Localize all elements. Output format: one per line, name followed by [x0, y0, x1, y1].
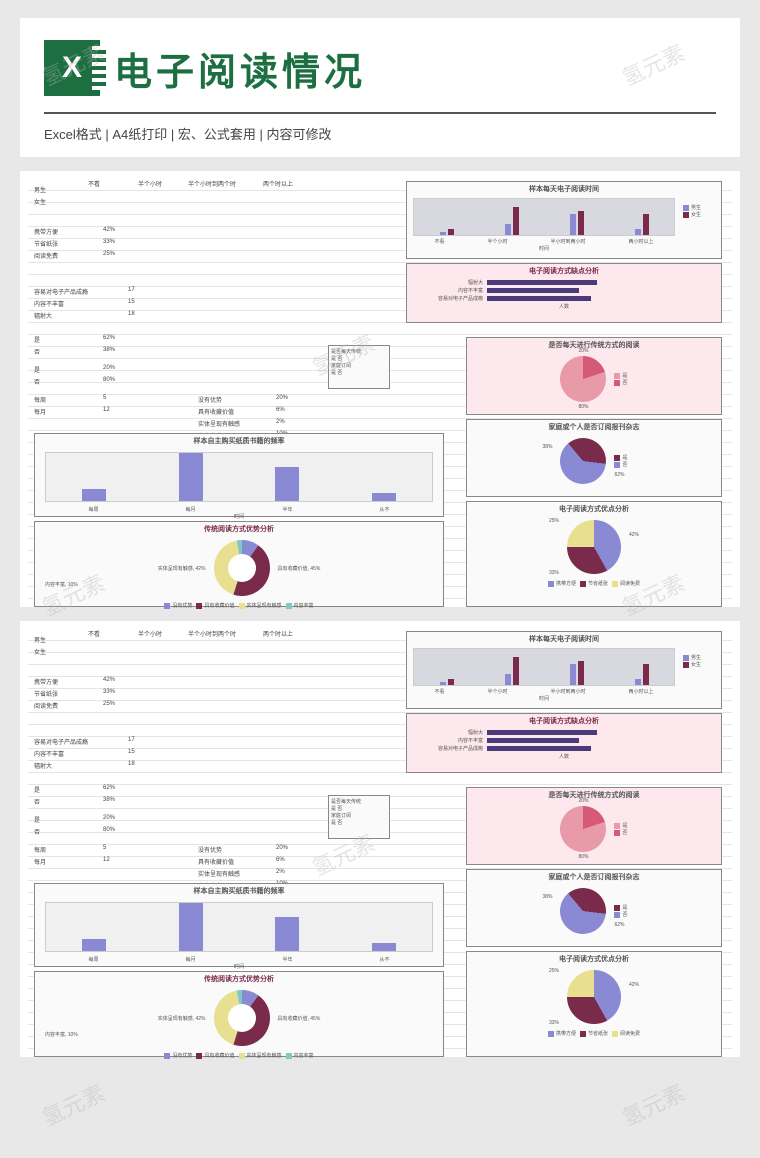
row-label: 每月: [34, 407, 46, 416]
row-label: 实体呈现有触感: [198, 419, 240, 428]
legend: 是 否: [614, 372, 627, 386]
chart-subscribe: 家庭或个人是否订阅报刊杂志 38% 62% 是 否: [466, 419, 722, 497]
chart-title: 样本自主购买纸质书籍的频率: [35, 434, 443, 448]
row-label: 每周: [34, 395, 46, 404]
chart-daily-time: 样本每天电子阅读时间 不看半个小时半小时到两小时两小时以上 时间 男生女生: [406, 631, 722, 709]
row-label: 男生: [34, 185, 46, 194]
pie-icon: [551, 429, 616, 494]
cell-val: 6%: [276, 407, 285, 413]
watermark: 氢元素: [616, 1076, 689, 1133]
row-label: 节省纸张: [34, 689, 58, 698]
row-label: 男生: [34, 635, 46, 644]
legend: 没有优势 具有收藏价值 实体呈现有触感 内容丰富: [35, 600, 443, 611]
chart-eadv: 电子阅读方式优点分析 25% 42% 33% 携带方便 节省纸张 阅读免费: [466, 501, 722, 607]
chart-trad-adv: 传统阅读方式优势分析 实体呈现有触感, 42% 具有收藏价值, 45% 内容丰富…: [34, 521, 444, 607]
col-label: 半个小时: [138, 179, 162, 188]
row-label: 容易对电子产品成瘾: [34, 287, 88, 296]
chart-disadv: 电子阅读方式缺点分析 辐射大 内容不丰富 容易对电子产品成瘾 人数: [406, 263, 722, 323]
cell-val: 25%: [103, 251, 115, 257]
col-label: 两个时以上: [263, 629, 293, 638]
col-label: 不看: [88, 629, 100, 638]
chart-title: 家庭或个人是否订阅报刊杂志: [467, 420, 721, 434]
cell-val: 2%: [276, 419, 285, 425]
row-label: 否: [34, 347, 40, 356]
cell-val: 80%: [103, 377, 115, 383]
col-label: 半个小时到两个时: [188, 179, 236, 188]
chart-purchase-freq: 样本自主购买纸质书籍的频率 每周每月半年从不 时间: [34, 433, 444, 517]
cell-val: 42%: [103, 227, 115, 233]
row-label: 是: [34, 365, 40, 374]
page-title: 电子阅读情况: [114, 41, 366, 96]
row-label: 阅读免费: [34, 701, 58, 710]
chart-title: 电子阅读方式优点分析: [467, 502, 721, 516]
row-label: 阅读免费: [34, 251, 58, 260]
row-label: 辐射大: [34, 311, 52, 320]
legend: 携带方便 节省纸张 阅读免费: [467, 578, 721, 589]
cell-val: 5: [103, 395, 106, 401]
row-label: 否: [34, 377, 40, 386]
chart-title: 传统阅读方式优势分析: [35, 522, 443, 536]
chart-trad-adv: 传统阅读方式优势分析 实体呈现有触感, 42% 具有收藏价值, 45% 内容丰富…: [34, 971, 444, 1057]
chart-title: 样本每天电子阅读时间: [407, 182, 721, 196]
legend: 是 否: [614, 454, 627, 468]
row-label: 辐射大: [34, 761, 52, 770]
mini-table: 是否每天传统是 否 家庭订阅是 否: [328, 345, 390, 389]
col-label: 半个小时: [138, 629, 162, 638]
header-subline: Excel格式 | A4纸打印 | 宏、公式套用 | 内容可修改: [44, 112, 716, 143]
cell-val: 15: [128, 299, 135, 305]
chart-trad-daily: 是否每天进行传统方式的阅读 20% 80% 是 否: [466, 337, 722, 415]
cell-val: 18: [128, 311, 135, 317]
chart-purchase-freq: 样本自主购买纸质书籍的频率 每周每月半年从不 时间: [34, 883, 444, 967]
cell-val: 20%: [276, 395, 288, 401]
col-label: 不看: [88, 179, 100, 188]
chart-title: 电子阅读方式缺点分析: [407, 264, 721, 278]
pie-icon: [567, 520, 621, 574]
row-label: 容易对电子产品成瘾: [34, 737, 88, 746]
chart-title: 是否每天进行传统方式的阅读: [467, 338, 721, 352]
chart-eadv: 电子阅读方式优点分析 25% 42% 33% 携带方便节省纸张阅读免费: [466, 951, 722, 1057]
row-label: 是: [34, 335, 40, 344]
col-label: 两个时以上: [263, 179, 293, 188]
row-label: 女生: [34, 197, 46, 206]
header-card: 电子阅读情况 Excel格式 | A4纸打印 | 宏、公式套用 | 内容可修改: [20, 18, 740, 157]
cell-val: 38%: [103, 347, 115, 353]
cell-val: 12: [103, 407, 110, 413]
pie-icon: [560, 356, 606, 402]
legend: 男生 女生: [681, 196, 721, 252]
cell-val: 17: [128, 287, 135, 293]
col-label: 半个小时到两个时: [188, 629, 236, 638]
chart-trad-daily: 是否每天进行传统方式的阅读 20% 80% 是否: [466, 787, 722, 865]
cell-val: 20%: [103, 365, 115, 371]
row-label: 没有优势: [198, 395, 222, 404]
watermark: 氢元素: [36, 1076, 109, 1133]
preview-1: 男生 女生 不看 半个小时 半个小时到两个时 两个时以上 携带方便 节省纸张 阅…: [20, 171, 740, 607]
row-label: 内容不丰富: [34, 749, 64, 758]
mini-table: 是否每天传统是 否家庭订阅是 否: [328, 795, 390, 839]
chart-disadv: 电子阅读方式缺点分析 辐射大 内容不丰富 容易对电子产品成瘾 人数: [406, 713, 722, 773]
cell-val: 33%: [103, 239, 115, 245]
excel-icon: [44, 40, 100, 96]
row-label: 携带方便: [34, 677, 58, 686]
chart-daily-time: 样本每天电子阅读时间 不看半个小时半小时到两小时两小时以上 时间 男生 女生: [406, 181, 722, 259]
cell-val: 62%: [103, 335, 115, 341]
row-label: 内容不丰富: [34, 299, 64, 308]
row-label: 节省纸张: [34, 239, 58, 248]
preview-2: 男生 女生 不看 半个小时 半个小时到两个时 两个时以上 携带方便 节省纸张 阅…: [20, 621, 740, 1057]
row-label: 女生: [34, 647, 46, 656]
row-label: 携带方便: [34, 227, 58, 236]
chart-subscribe: 家庭或个人是否订阅报刊杂志 38% 62% 是否: [466, 869, 722, 947]
row-label: 具有收藏价值: [198, 407, 234, 416]
donut-icon: [214, 540, 270, 596]
